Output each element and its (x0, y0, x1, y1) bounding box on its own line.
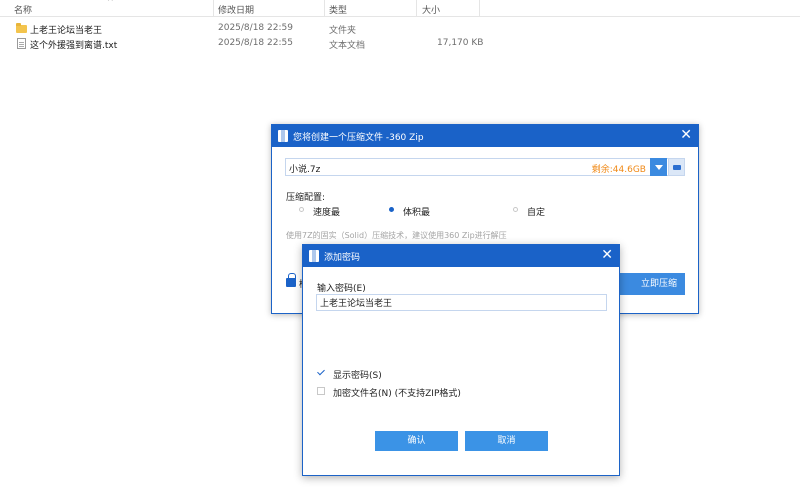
browse-folder-button[interactable] (668, 158, 685, 176)
dialog-title: 添加密码 (324, 253, 361, 263)
column-divider[interactable] (479, 0, 480, 16)
checkbox-label: 显示密码(S) (333, 371, 382, 381)
ok-button[interactable]: 确认 (375, 431, 458, 451)
column-modified[interactable]: 修改日期 (218, 3, 254, 16)
file-row[interactable]: 上老王论坛当老王 2025/8/18 22:59 文件夹 (0, 22, 800, 36)
file-name: 上老王论坛当老王 (30, 26, 103, 36)
solid-compression-hint: 使用7Z的固实（Solid）压缩技术，建议使用360 Zip进行解压 (286, 231, 507, 240)
dialog-title: 您将创建一个压缩文件 -360 Zip (293, 133, 424, 143)
option-size[interactable]: 体积最 (389, 205, 431, 218)
file-modified: 2025/8/18 22:59 (218, 23, 293, 33)
column-header: 名称 ^ 修改日期 类型 大小 (0, 0, 800, 17)
column-size[interactable]: 大小 (422, 3, 440, 16)
column-divider[interactable] (213, 0, 214, 16)
dialog-title-bar[interactable]: 您将创建一个压缩文件 -360 Zip ✕ (272, 125, 698, 147)
encrypt-filenames-checkbox[interactable]: 加密文件名(N) (不支持ZIP格式) (317, 386, 607, 399)
radio-icon (513, 207, 518, 212)
show-password-checkbox[interactable]: 显示密码(S) (317, 368, 607, 381)
column-type[interactable]: 类型 (329, 3, 347, 16)
file-row[interactable]: 这个外援强到离谱.txt 2025/8/18 22:55 文本文档 17,170… (0, 37, 800, 51)
file-size: 17,170 KB (437, 38, 484, 48)
checkbox-label: 加密文件名(N) (不支持ZIP格式) (333, 389, 461, 399)
folder-icon (16, 23, 27, 33)
option-label: 自定 (527, 208, 546, 218)
column-name[interactable]: 名称 (14, 3, 32, 16)
file-modified: 2025/8/18 22:55 (218, 38, 293, 48)
path-dropdown-button[interactable] (650, 158, 667, 176)
radio-selected-icon (389, 207, 394, 212)
close-icon[interactable]: ✕ (680, 127, 692, 143)
option-speed[interactable]: 速度最 (299, 205, 341, 218)
compression-config-label: 压缩配置: (286, 193, 326, 203)
archive-path-value[interactable]: 小说.7z (289, 162, 320, 175)
compress-now-button[interactable]: 立即压缩 (610, 273, 685, 295)
text-file-icon (17, 38, 26, 49)
option-custom[interactable]: 自定 (513, 205, 546, 218)
dialog-title-bar[interactable]: 添加密码 ✕ (303, 245, 619, 267)
zip-app-icon (278, 130, 288, 142)
add-password-dialog: 添加密码 ✕ 输入密码(E) 显示密码(S) 加密文件名(N) (不支持ZIP格… (302, 244, 620, 476)
file-name: 这个外援强到离谱.txt (30, 41, 118, 51)
compression-options: 速度最 体积最 自定 (272, 205, 698, 218)
option-label: 体积最 (403, 208, 431, 218)
lock-icon[interactable] (286, 273, 296, 287)
file-type: 文件夹 (329, 26, 357, 36)
zip-app-icon (309, 250, 319, 262)
sort-caret-icon: ^ (107, 0, 114, 6)
checkbox-icon (317, 387, 325, 395)
archive-path-field[interactable]: 小说.7z 剩余:44.6GB (285, 158, 685, 176)
cancel-button[interactable]: 取消 (465, 431, 548, 451)
option-label: 速度最 (313, 208, 341, 218)
column-divider[interactable] (324, 0, 325, 16)
close-icon[interactable]: ✕ (601, 247, 613, 263)
password-input[interactable] (316, 294, 607, 311)
checkmark-icon (317, 369, 325, 377)
free-space-label: 剩余:44.6GB (591, 165, 646, 175)
file-type: 文本文档 (329, 41, 366, 51)
radio-icon (299, 207, 304, 212)
password-label: 输入密码(E) (317, 284, 366, 294)
column-divider[interactable] (416, 0, 417, 16)
